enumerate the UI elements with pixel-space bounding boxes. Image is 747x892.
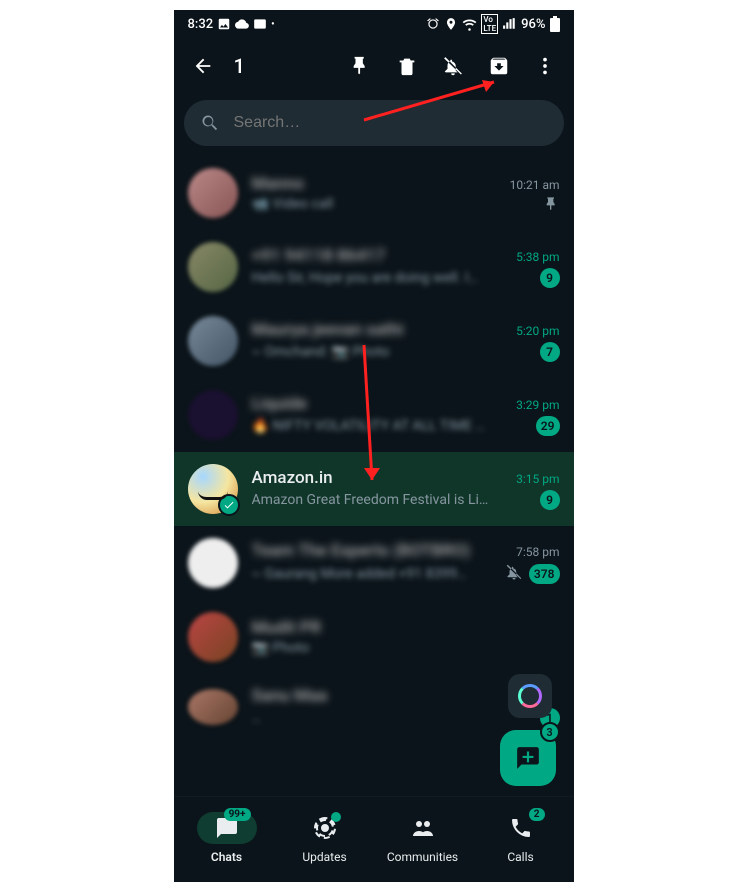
pin-button[interactable] (340, 45, 382, 87)
new-chat-icon (515, 745, 541, 771)
avatar (188, 390, 238, 440)
volte-icon: VoLTE (481, 14, 498, 34)
search-bar[interactable] (184, 100, 564, 146)
archive-button[interactable] (478, 45, 520, 87)
chat-time: 5:38 pm (516, 250, 559, 264)
chat-row[interactable]: +91 94118 86417 5:38 pm Hello Sir, Hope … (174, 230, 574, 304)
card-icon (253, 17, 267, 31)
nav-communities[interactable]: Communities (378, 812, 468, 864)
chat-row[interactable]: Manno 10:21 am 📹 Video call (174, 156, 574, 230)
chat-name: Manno (252, 174, 305, 194)
avatar (188, 316, 238, 366)
avatar (188, 689, 238, 725)
status-time: 8:32 (188, 17, 214, 32)
communities-icon (411, 816, 435, 840)
unread-badge: 7 (540, 342, 560, 362)
chat-name: Liquide (252, 394, 308, 414)
nav-calls[interactable]: 2 Calls (476, 812, 566, 864)
chat-name: Maurya jeevan sathi (252, 320, 404, 340)
new-chat-fab[interactable]: 3 (500, 730, 556, 786)
wifi-icon (462, 17, 477, 32)
chat-row-selected[interactable]: Amazon.in 3:15 pm Amazon Great Freedom F… (174, 452, 574, 526)
signal-icon (502, 17, 517, 32)
selection-toolbar: 1 (174, 38, 574, 94)
nav-label: Chats (211, 850, 242, 864)
muted-icon (505, 563, 523, 585)
avatar (188, 612, 238, 662)
chat-list[interactable]: Manno 10:21 am 📹 Video call +91 94118 86… (174, 156, 574, 796)
search-input[interactable] (234, 114, 548, 132)
nav-label: Updates (302, 850, 346, 864)
selected-check-icon (218, 494, 240, 516)
nav-updates[interactable]: Updates (280, 812, 370, 864)
chat-preview: 📷 Photo (252, 640, 310, 656)
meta-ai-icon (518, 684, 542, 708)
nav-label: Communities (387, 850, 458, 864)
calls-icon (509, 816, 533, 840)
chat-time: 7:58 pm (516, 545, 559, 559)
nav-updates-dot (331, 812, 341, 822)
chat-name: +91 94118 86417 (252, 246, 386, 266)
chat-preview: 🔥 NIFTY VOLATILITY AT ALL TIME HI… (252, 418, 492, 434)
chat-time: 5:20 pm (516, 324, 559, 338)
chat-preview: 📹 Video call (252, 196, 334, 212)
chat-name: Amazon.in (252, 468, 333, 488)
battery-percentage: 96% (521, 17, 545, 32)
chat-time: 3:29 pm (516, 398, 559, 412)
avatar (188, 168, 238, 218)
chat-row[interactable]: Mudit PR 📷 Photo (174, 600, 574, 674)
nav-calls-badge: 2 (529, 808, 545, 821)
chat-time: 10:21 am (510, 178, 560, 192)
location-icon (444, 17, 458, 31)
avatar (188, 242, 238, 292)
phone-frame: 8:32 • VoLTE 96% 1 (174, 10, 574, 882)
avatar (188, 538, 238, 588)
chat-row[interactable]: Maurya jeevan sathi 5:20 pm ~ Omchand: 📷… (174, 304, 574, 378)
fab-badge: 3 (540, 722, 560, 742)
dot-icon: • (271, 19, 275, 30)
chat-time: 3:15 pm (516, 472, 559, 486)
image-icon (217, 17, 231, 31)
unread-badge: 378 (529, 564, 560, 584)
cloud-icon (235, 17, 249, 31)
nav-chats[interactable]: 99+ Chats (182, 812, 272, 864)
unread-badge: 9 (540, 268, 560, 288)
chat-preview: Hello Sir, Hope you are doing well. I… (252, 270, 479, 286)
chat-preview: ~ Gaurang More added +91 8399… (252, 566, 467, 582)
chat-row[interactable]: Team The Experts (BOTBRO) 7:58 pm ~ Gaur… (174, 526, 574, 600)
pinned-icon (544, 196, 560, 212)
nav-chats-badge: 99+ (224, 808, 251, 821)
delete-button[interactable] (386, 45, 428, 87)
search-icon (200, 113, 220, 133)
chat-name: Team The Experts (BOTBRO) (252, 541, 471, 561)
nav-label: Calls (507, 850, 533, 864)
chat-preview: … (252, 710, 261, 726)
battery-icon (550, 16, 560, 32)
avatar (188, 464, 238, 514)
chat-preview: Amazon Great Freedom Festival is Li… (252, 492, 489, 508)
unread-badge: 9 (540, 490, 560, 510)
unread-badge: 29 (536, 416, 560, 436)
back-button[interactable] (182, 45, 224, 87)
mute-button[interactable] (432, 45, 474, 87)
chat-name: Sanu Maa (252, 686, 328, 706)
alarm-icon (426, 17, 440, 31)
selection-count: 1 (234, 54, 245, 78)
status-bar: 8:32 • VoLTE 96% (174, 10, 574, 38)
chat-row[interactable]: Liquide 3:29 pm 🔥 NIFTY VOLATILITY AT AL… (174, 378, 574, 452)
meta-ai-button[interactable] (508, 674, 552, 718)
chat-preview: ~ Omchand: 📷 Photo (252, 344, 390, 360)
more-button[interactable] (524, 45, 566, 87)
bottom-nav: 99+ Chats Updates Communities 2 Calls (174, 796, 574, 882)
chat-name: Mudit PR (252, 618, 322, 638)
